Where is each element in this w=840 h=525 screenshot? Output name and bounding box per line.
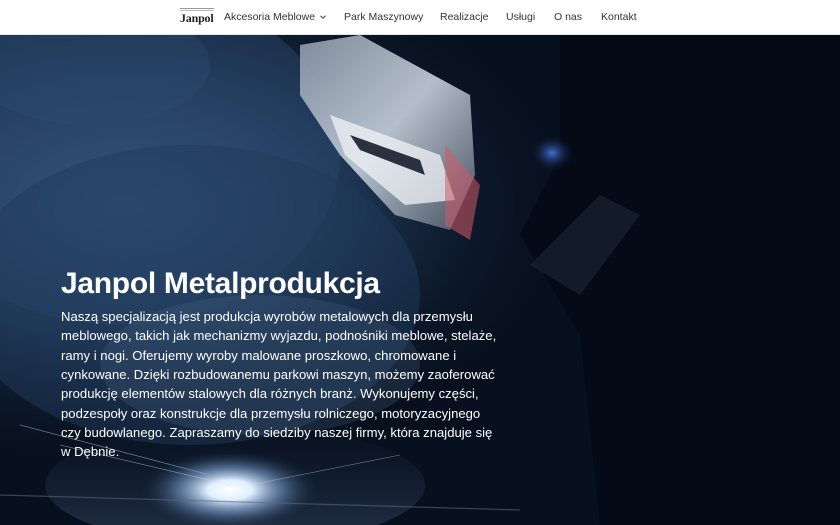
hero-description: Naszą specjalizacją jest produkcja wyrob…: [61, 309, 497, 460]
nav-item-o-nas[interactable]: O nas: [554, 11, 582, 24]
nav-item-park-maszynowy[interactable]: Park Maszynowy: [344, 11, 423, 24]
nav-item-kontakt[interactable]: Kontakt: [601, 11, 637, 24]
chevron-down-icon: [320, 15, 326, 19]
nav-item-uslugi[interactable]: Usługi: [506, 11, 535, 24]
nav-item-label: Kontakt: [601, 11, 637, 23]
nav-item-realizacje[interactable]: Realizacje: [440, 11, 488, 24]
nav-item-label: Akcesoria Meblowe: [224, 11, 316, 23]
hero-title: Janpol Metalprodukcja: [61, 267, 380, 301]
nav-item-akcesoria-meblowe[interactable]: Akcesoria Meblowe: [224, 11, 327, 24]
top-navigation-bar: Janpol Akcesoria Meblowe Park Maszynowy …: [0, 0, 840, 35]
nav-item-label: Usługi: [506, 11, 536, 23]
company-logo[interactable]: Janpol: [180, 8, 214, 27]
nav-item-label: Park Maszynowy: [344, 11, 424, 23]
hero-section: Janpol Metalprodukcja Naszą specjalizacj…: [0, 35, 840, 525]
nav-item-label: O nas: [554, 11, 583, 23]
nav-item-label: Realizacje: [440, 11, 489, 23]
logo-text: Janpol: [180, 11, 214, 25]
